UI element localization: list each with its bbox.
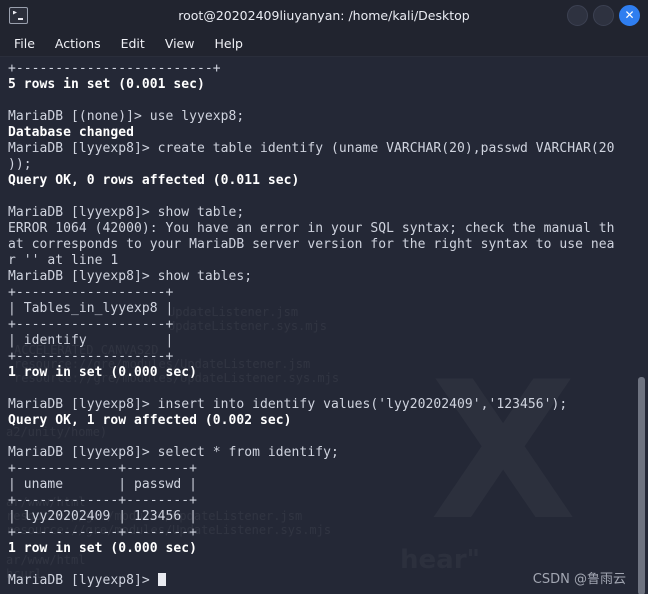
terminal-line: MariaDB [lyyexp8]> show tables; [8,269,253,284]
menu-item-actions[interactable]: Actions [55,36,101,51]
terminal-line: +-------------+--------+ [8,461,198,476]
terminal-line: 1 row in set (0.000 sec) [8,541,198,556]
terminal-line: | identify | [8,333,174,348]
terminal-line: +-------------------+ [8,317,174,332]
csdn-watermark: CSDN @鲁雨云 [532,572,626,587]
terminal-line: MariaDB [(none)]> use lyyexp8; [8,109,245,124]
menu-item-edit[interactable]: Edit [121,36,145,51]
menu-bar: File Actions Edit View Help [0,30,648,57]
terminal-line: MariaDB [lyyexp8]> select * from identif… [8,445,339,460]
terminal-line: | uname | passwd | [8,477,198,492]
window-title: root@20202409liuyanyan: /home/kali/Deskt… [178,7,470,23]
terminal-line: at corresponds to your MariaDB server ve… [8,237,615,252]
terminal-line: 1 row in set (0.000 sec) [8,365,198,380]
terminal-screen: +-------------------------+ 5 rows in set… [0,57,648,589]
terminal-line: 5 rows in set (0.001 sec) [8,77,205,92]
terminal-line: ERROR 1064 (42000): You have an error in… [8,221,615,236]
maximize-button[interactable] [593,4,614,26]
terminal-line: Query OK, 1 row affected (0.002 sec) [8,413,292,428]
close-button[interactable]: ✕ [619,4,640,26]
terminal-line: MariaDB [lyyexp8]> insert into identify … [8,397,568,412]
text-cursor [157,573,166,586]
menu-item-view[interactable]: View [165,36,195,51]
terminal-line: MariaDB [lyyexp8]> create table identify… [8,141,615,156]
terminal-scrollbar[interactable] [635,57,648,594]
terminal-line: | lyy20202409 | 123456 | [8,509,198,524]
window-controls: ✕ [567,0,640,30]
title-bar: root@20202409liuyanyan: /home/kali/Deskt… [0,0,648,30]
terminal-line: +-------------+--------+ [8,525,198,540]
terminal-line: +-------------------+ [8,349,174,364]
terminal-line: Query OK, 0 rows affected (0.011 sec) [8,173,300,188]
scrollbar-thumb[interactable] [638,377,645,594]
terminal-line: +-------------------+ [8,285,174,300]
terminal-line: | Tables_in_lyyexp8 | [8,301,174,316]
terminal-window: root@20202409liuyanyan: /home/kali/Deskt… [0,0,648,594]
terminal-content[interactable]: UpdateListener.jsm UpdateListener.sys.mjs… [0,57,648,594]
menu-item-file[interactable]: File [14,36,35,51]
terminal-line: r '' at line 1 [8,253,119,268]
terminal-line: Database changed [8,125,135,140]
terminal-line: +-------------------------+ [8,61,221,76]
terminal-line: +-------------+--------+ [8,493,198,508]
prompt-text: MariaDB [lyyexp8]> [8,573,158,588]
terminal-icon [9,6,28,24]
terminal-line: )); [8,157,32,172]
terminal-line: MariaDB [lyyexp8]> show table; [8,205,245,220]
minimize-button[interactable] [567,4,588,26]
menu-item-help[interactable]: Help [214,36,243,51]
